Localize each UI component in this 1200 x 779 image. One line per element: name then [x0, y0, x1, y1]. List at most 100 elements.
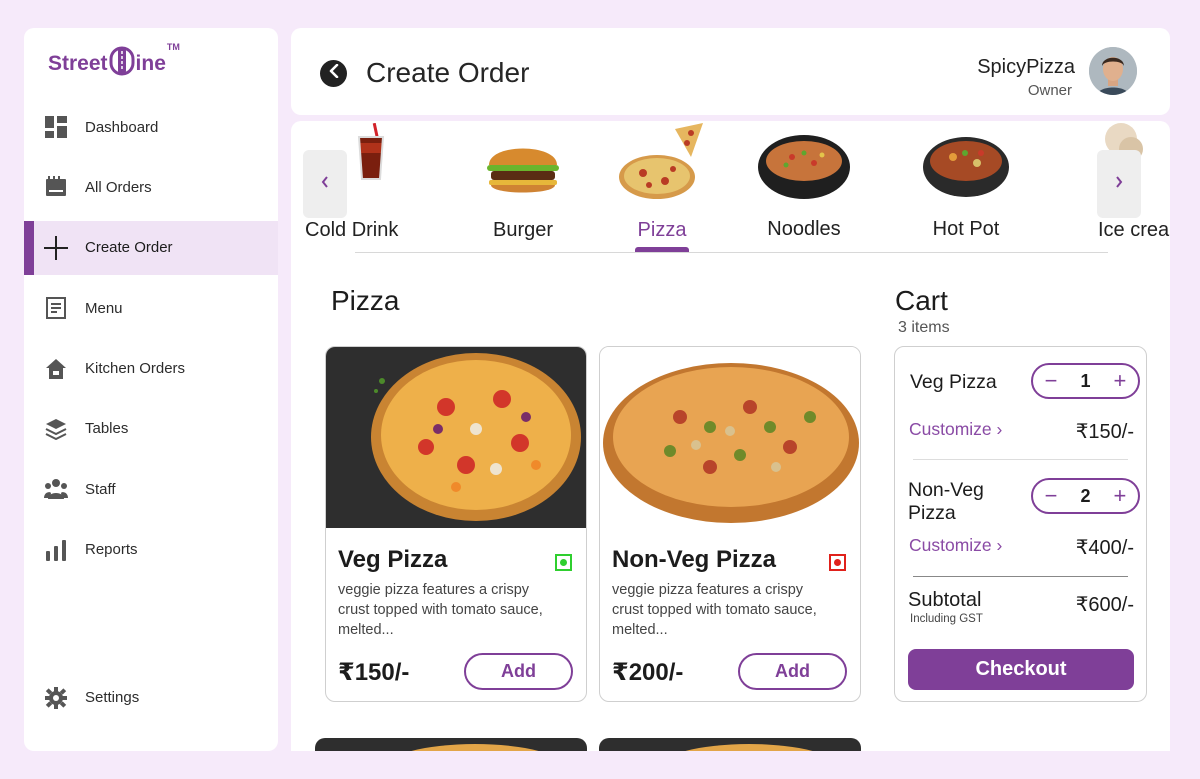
- layers-icon: [44, 417, 68, 441]
- sidebar-item-staff[interactable]: Staff: [24, 462, 278, 516]
- sidebar-nav: Dashboard All Orders Create Order Menu K…: [24, 100, 278, 583]
- sidebar-item-settings[interactable]: Settings: [24, 671, 278, 725]
- page-title: Create Order: [366, 57, 530, 88]
- carousel-prev-button[interactable]: [303, 150, 347, 218]
- product-description: veggie pizza features a crispy crust top…: [338, 582, 543, 638]
- sidebar-item-label: Reports: [85, 541, 138, 559]
- cart-item-price: ₹400/-: [1075, 537, 1134, 559]
- category-pizza[interactable]: Pizza: [602, 121, 722, 251]
- cart-title: Cart: [895, 285, 948, 316]
- category-label: Cold Drink: [305, 219, 399, 241]
- quantity-value: 1: [1080, 370, 1091, 391]
- product-card: Non-Veg Pizza veggie pizza features a cr…: [599, 346, 861, 702]
- dashboard-icon: [44, 115, 68, 139]
- burger-icon: [487, 148, 559, 193]
- sidebar-item-label: Settings: [85, 689, 140, 707]
- avatar[interactable]: [1089, 47, 1137, 95]
- category-label: Noodles: [767, 218, 841, 240]
- cart-item-price: ₹150/-: [1075, 421, 1134, 443]
- product-card-peek: [315, 738, 587, 751]
- reports-icon: [44, 538, 68, 562]
- subtotal-note: Including GST: [910, 613, 983, 625]
- category-label: Ice cream: [1098, 219, 1170, 241]
- customize-link[interactable]: Customize ›: [909, 419, 1002, 440]
- chevron-left-icon: [321, 175, 329, 193]
- non-veg-pizza-image: [600, 347, 860, 528]
- brand-name-part2: ine: [135, 52, 166, 75]
- sidebar-item-kitchen-orders[interactable]: Kitchen Orders: [24, 342, 278, 396]
- hotdog-logo-icon: [109, 46, 135, 82]
- cart-panel: Veg Pizza − 1 + Customize › ₹150/- Non-V…: [894, 346, 1147, 702]
- sidebar-item-label: Dashboard: [85, 118, 159, 136]
- decrement-button[interactable]: −: [1041, 370, 1061, 392]
- add-to-cart-button[interactable]: Add: [464, 653, 573, 690]
- cart-item-name-line2: Pizza: [908, 502, 956, 524]
- veg-indicator-icon: [555, 554, 572, 571]
- category-label: Pizza: [637, 219, 687, 241]
- main-content: Cold Drink Burger Pizza Noodles Hot Pot …: [291, 121, 1170, 751]
- quantity-value: 2: [1080, 485, 1091, 506]
- non-veg-indicator-icon: [829, 554, 846, 571]
- quantity-stepper: − 1 +: [1031, 363, 1140, 399]
- decrement-button[interactable]: −: [1041, 485, 1061, 507]
- sidebar-item-label: Create Order: [85, 239, 173, 257]
- sidebar-item-dashboard[interactable]: Dashboard: [24, 100, 278, 154]
- kitchen-icon: [44, 357, 68, 381]
- sidebar-item-tables[interactable]: Tables: [24, 402, 278, 456]
- cart-item-name: Non-Veg Pizza: [908, 479, 984, 525]
- category-label: Burger: [492, 219, 554, 241]
- quantity-stepper: − 2 +: [1031, 478, 1140, 514]
- category-label: Hot Pot: [932, 218, 1000, 240]
- increment-button[interactable]: +: [1110, 370, 1130, 392]
- product-price: ₹200/-: [612, 659, 684, 686]
- user-name: SpicyPizza: [977, 56, 1075, 78]
- orders-icon: [44, 175, 68, 199]
- section-title: Pizza: [331, 285, 400, 316]
- noodles-icon: [758, 135, 850, 199]
- sidebar-item-label: All Orders: [85, 178, 152, 196]
- sidebar-item-create-order[interactable]: Create Order: [24, 220, 278, 275]
- sidebar: Street ine TM Dashboard All Orders Creat…: [24, 28, 278, 751]
- cart-item-name-line1: Non-Veg: [908, 479, 984, 501]
- staff-icon: [44, 477, 68, 501]
- product-card: Veg Pizza veggie pizza features a crispy…: [325, 346, 587, 702]
- header: Create Order SpicyPizza Owner: [291, 28, 1170, 115]
- category-divider: [355, 252, 1108, 253]
- brand-name-part1: Street: [48, 52, 108, 75]
- add-to-cart-button[interactable]: Add: [738, 653, 847, 690]
- cold-drink-icon: [357, 123, 385, 180]
- cart-item-name: Veg Pizza: [910, 371, 997, 393]
- sidebar-item-label: Kitchen Orders: [85, 360, 186, 378]
- product-price: ₹150/-: [338, 659, 410, 686]
- increment-button[interactable]: +: [1110, 485, 1130, 507]
- sidebar-item-label: Menu: [85, 299, 123, 317]
- carousel-next-button[interactable]: [1097, 150, 1141, 218]
- category-carousel: Cold Drink Burger Pizza Noodles Hot Pot …: [291, 121, 1170, 256]
- subtotal-value: ₹600/-: [1075, 594, 1134, 616]
- menu-icon: [44, 296, 68, 320]
- category-noodles[interactable]: Noodles: [744, 121, 864, 251]
- trademark: TM: [166, 42, 180, 52]
- category-burger[interactable]: Burger: [463, 121, 583, 251]
- product-name: Veg Pizza: [338, 546, 448, 573]
- sidebar-item-all-orders[interactable]: All Orders: [24, 160, 278, 214]
- sidebar-item-menu[interactable]: Menu: [24, 281, 278, 335]
- cart-divider: [913, 576, 1128, 577]
- sidebar-item-label: Tables: [85, 420, 129, 438]
- customize-link[interactable]: Customize ›: [909, 535, 1002, 556]
- user-role: Owner: [1027, 82, 1072, 99]
- sidebar-item-label: Staff: [85, 480, 116, 498]
- checkout-button[interactable]: Checkout: [908, 649, 1134, 690]
- back-button[interactable]: [320, 60, 347, 87]
- brand-logo[interactable]: Street ine TM: [48, 42, 180, 82]
- hot-pot-icon: [923, 137, 1009, 197]
- sidebar-item-reports[interactable]: Reports: [24, 523, 278, 577]
- subtotal-label: Subtotal: [908, 589, 982, 611]
- chevron-left-icon: [328, 63, 340, 83]
- gear-icon: [44, 686, 68, 710]
- category-hot-pot[interactable]: Hot Pot: [906, 121, 1026, 251]
- cart-divider: [913, 459, 1128, 460]
- veg-pizza-image: [326, 347, 586, 528]
- plus-icon: [44, 235, 68, 260]
- pizza-icon: [619, 123, 703, 199]
